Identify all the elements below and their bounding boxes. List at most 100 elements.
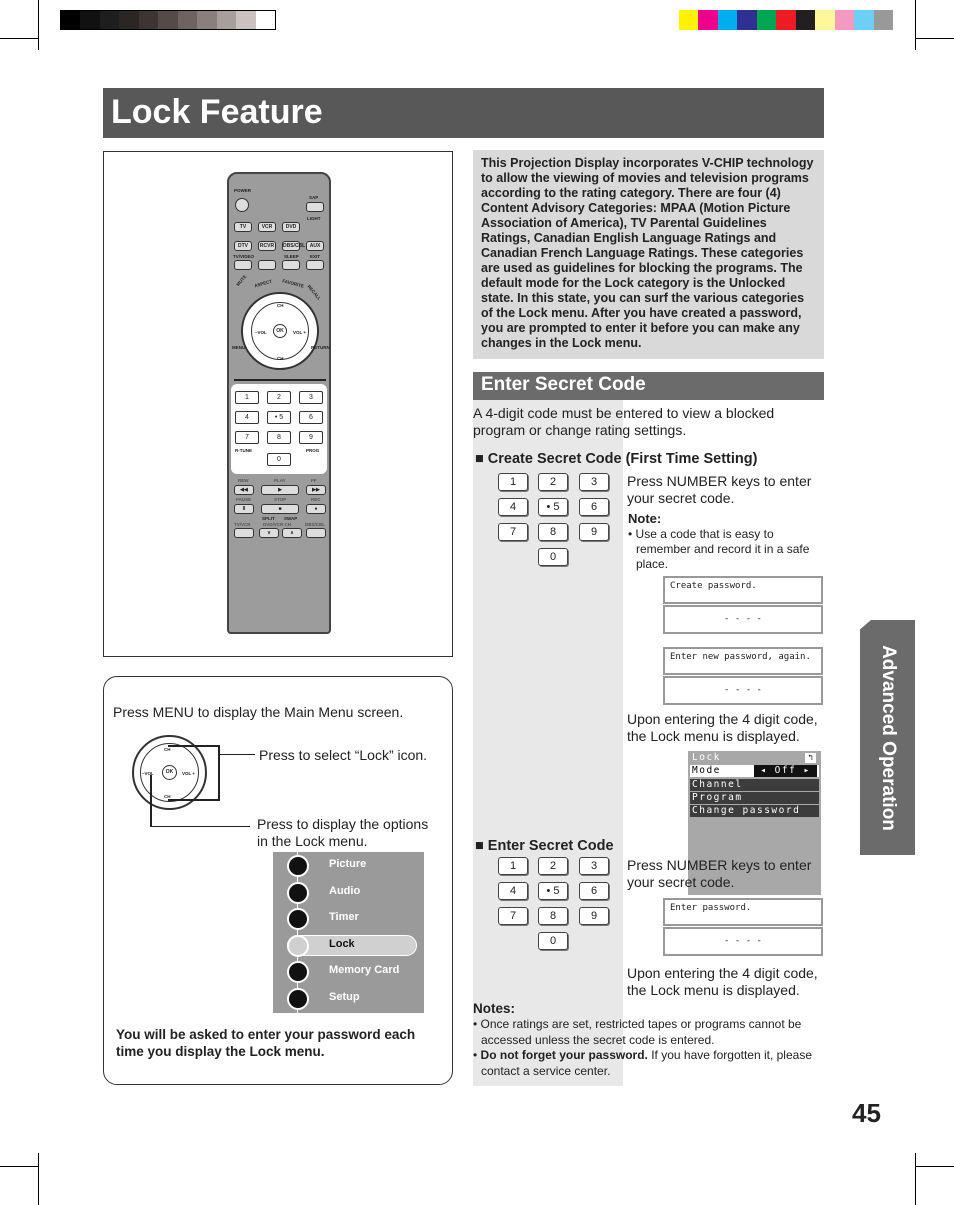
ff-label: FF bbox=[311, 478, 317, 483]
notes-2: • Do not forget your password. If you ha… bbox=[473, 1048, 812, 1078]
key-7: 7 bbox=[235, 431, 259, 444]
create-key-8: 8 bbox=[538, 523, 568, 541]
rec-label: REC bbox=[311, 497, 321, 502]
create-key-3: 3 bbox=[579, 473, 609, 491]
enter-key-3: 3 bbox=[579, 857, 609, 875]
intro-text: This Projection Display incorporates V-C… bbox=[473, 150, 824, 359]
create-key-7: 7 bbox=[498, 523, 528, 541]
aspect-label: ASPECT bbox=[253, 278, 273, 289]
recall-label: RECALL bbox=[306, 283, 322, 302]
note-label: Note: bbox=[628, 511, 662, 526]
note-text: • Use a code that is easy to remember an… bbox=[628, 527, 810, 571]
menu-item-label: Setup bbox=[329, 990, 360, 1003]
key-0: 0 bbox=[267, 453, 291, 466]
menu-item-label: Picture bbox=[329, 858, 367, 870]
sleep-button bbox=[282, 260, 300, 270]
enter-key-8: 8 bbox=[538, 907, 568, 925]
step-display: Press to display the options in the Lock… bbox=[257, 816, 429, 849]
enter-key-4: 4 bbox=[498, 882, 528, 900]
sleep-label: SLEEP bbox=[284, 254, 299, 259]
create-heading-text: Create Secret Code (First Time Setting) bbox=[487, 451, 758, 467]
create-key-2: 2 bbox=[538, 473, 568, 491]
menu-item-memory-card[interactable]: Memory Card bbox=[273, 958, 424, 984]
create-key-1: 1 bbox=[498, 473, 528, 491]
menu-item-label: Timer bbox=[329, 911, 359, 923]
menu-item-audio[interactable]: Audio bbox=[273, 879, 424, 905]
music-note-icon bbox=[287, 881, 309, 904]
dbscbl2-button bbox=[306, 528, 326, 538]
swap-label: SWAP bbox=[284, 516, 298, 521]
setup-icon bbox=[287, 987, 309, 1010]
play-button: ▶ bbox=[261, 485, 299, 495]
menu-item-label: Audio bbox=[329, 884, 361, 897]
menu-item-label: Lock bbox=[329, 937, 355, 950]
tvvcr-button bbox=[234, 528, 254, 538]
lock-menu-channel[interactable]: Channel bbox=[690, 779, 819, 791]
key-3: 3 bbox=[299, 391, 323, 404]
split-label: SPLIT bbox=[262, 516, 275, 521]
osd-password-field: - - - - bbox=[663, 605, 823, 634]
sap-label: SAP bbox=[309, 195, 319, 200]
menu-item-lock[interactable]: Lock bbox=[273, 932, 424, 958]
rtune-label: R-TUNE bbox=[235, 448, 252, 453]
exit-button bbox=[306, 260, 324, 270]
mode-value: Off bbox=[774, 765, 797, 776]
light-label: LIGHT bbox=[307, 216, 321, 221]
create-key-5: • 5 bbox=[538, 498, 568, 516]
menu-item-picture[interactable]: Picture bbox=[273, 852, 424, 878]
lock-icon bbox=[287, 934, 309, 957]
sd-button bbox=[258, 260, 276, 270]
page-number: 45 bbox=[852, 1098, 881, 1128]
osd-password-field-3: - - - - bbox=[663, 927, 823, 956]
return-label: RETURN bbox=[311, 345, 330, 350]
grayscale-bar bbox=[60, 10, 276, 30]
ok-button: OK bbox=[273, 324, 287, 338]
press-keys-1: Press NUMBER keys to enter your secret c… bbox=[627, 473, 812, 506]
rew-label: REW bbox=[238, 478, 249, 483]
stop-label: STOP bbox=[274, 497, 287, 502]
tv-button: TV bbox=[234, 222, 252, 232]
key-1: 1 bbox=[235, 391, 259, 404]
ff-button: ▶▶ bbox=[306, 485, 326, 495]
power-button bbox=[235, 198, 249, 212]
create-key-4: 4 bbox=[498, 498, 528, 516]
pause-button: II bbox=[234, 504, 254, 514]
ch-down-label: CH bbox=[277, 356, 284, 361]
lock-menu-change-password[interactable]: Change password bbox=[690, 805, 819, 817]
enter-key-0: 0 bbox=[538, 932, 568, 950]
enter-key-1: 1 bbox=[498, 857, 528, 875]
menu-item-timer[interactable]: Timer bbox=[273, 905, 424, 931]
rew-button: ◀◀ bbox=[234, 485, 254, 495]
menu-item-label: Memory Card bbox=[329, 964, 400, 976]
memory-card-icon bbox=[287, 961, 309, 983]
key-5: • 5 bbox=[267, 411, 291, 424]
dvd-button: DVD bbox=[282, 222, 300, 232]
enter-key-6: 6 bbox=[579, 882, 609, 900]
ch-down-button: ∨ bbox=[259, 528, 279, 538]
osd-enter-password: Enter password. bbox=[663, 898, 823, 926]
color-bar bbox=[679, 10, 893, 30]
power-label: POWER bbox=[234, 188, 252, 193]
notes-label: Notes: bbox=[473, 1001, 516, 1016]
dbscbl-label: DBS/CBL bbox=[305, 522, 325, 527]
menu-item-setup[interactable]: Setup bbox=[273, 985, 424, 1011]
key-9: 9 bbox=[299, 431, 323, 444]
prog-label: PROG bbox=[306, 448, 320, 453]
exit-label: EXIT bbox=[310, 254, 321, 259]
lock-menu-mode[interactable]: Mode ◂ Off ▸ bbox=[690, 765, 819, 777]
rcvr-button: RCVR bbox=[258, 241, 276, 251]
step-select: Press to select “Lock” icon. bbox=[259, 747, 428, 763]
side-tab-label: Advanced Operation bbox=[877, 644, 899, 831]
enter-key-9: 9 bbox=[579, 907, 609, 925]
enter-key-5: • 5 bbox=[538, 882, 568, 900]
rec-button: ● bbox=[306, 504, 326, 514]
section-desc: A 4-digit code must be entered to view a… bbox=[473, 405, 775, 438]
osd-enter-again: Enter new password, again. bbox=[663, 647, 823, 675]
key-6: 6 bbox=[299, 411, 323, 424]
dvdvcrch-label: DVD/VCR CH bbox=[263, 522, 292, 527]
enter-heading: ■ Enter Secret Code bbox=[475, 838, 614, 854]
osd-password-field-2: - - - - bbox=[663, 676, 823, 705]
key-2: 2 bbox=[267, 391, 291, 404]
lock-menu-program[interactable]: Program bbox=[690, 792, 819, 804]
remote-control: POWER SAP LIGHT TV VCR DVD DTV RCVR DBS/… bbox=[227, 172, 331, 634]
